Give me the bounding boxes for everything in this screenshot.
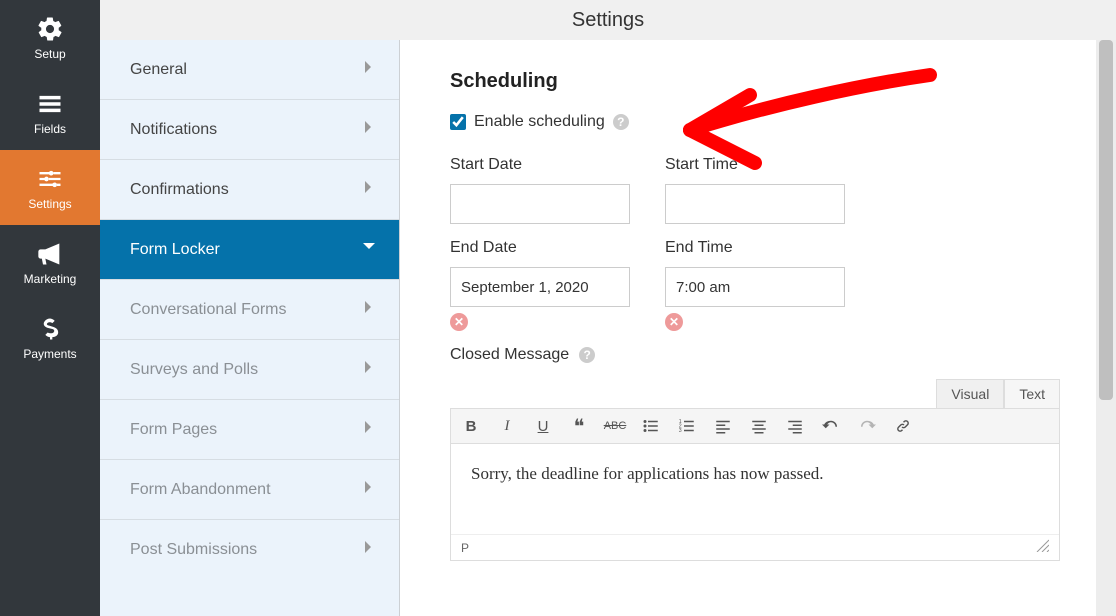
- end-time-field: End Time ✕: [665, 239, 845, 331]
- strikethrough-button[interactable]: ABC: [605, 416, 625, 436]
- start-time-label: Start Time: [665, 156, 845, 174]
- submenu-notifications[interactable]: Notifications: [100, 100, 399, 160]
- sliders-icon: [36, 165, 64, 193]
- clear-end-time-button[interactable]: ✕: [665, 313, 683, 331]
- numbered-list-button[interactable]: 123: [677, 416, 697, 436]
- start-time-field: Start Time: [665, 156, 845, 224]
- align-right-button[interactable]: [785, 416, 805, 436]
- submenu-label: Surveys and Polls: [130, 361, 258, 378]
- chevron-right-icon: [364, 400, 374, 460]
- bold-button[interactable]: B: [461, 416, 481, 436]
- submenu-label: Form Abandonment: [130, 481, 271, 498]
- chevron-right-icon: [364, 100, 374, 160]
- editor-tab-text[interactable]: Text: [1004, 379, 1060, 409]
- submenu-form-abandonment[interactable]: Form Abandonment: [100, 460, 399, 520]
- help-icon[interactable]: ?: [579, 347, 595, 363]
- resize-handle-icon[interactable]: [1035, 535, 1049, 560]
- nav-label: Fields: [34, 122, 66, 136]
- submenu-label: Confirmations: [130, 181, 229, 198]
- end-date-field: End Date ✕: [450, 239, 630, 331]
- editor-body[interactable]: Sorry, the deadline for applications has…: [451, 444, 1059, 534]
- start-date-label: Start Date: [450, 156, 630, 174]
- editor-toolbar: B I U ❝ ABC 123: [451, 409, 1059, 444]
- submenu-surveys-polls[interactable]: Surveys and Polls: [100, 340, 399, 400]
- editor-path: P: [461, 535, 469, 560]
- nav-marketing[interactable]: Marketing: [0, 225, 100, 300]
- nav-fields[interactable]: Fields: [0, 75, 100, 150]
- blockquote-button[interactable]: ❝: [569, 416, 589, 436]
- submenu-label: Conversational Forms: [130, 301, 287, 318]
- submenu-form-locker[interactable]: Form Locker: [100, 220, 399, 280]
- bullhorn-icon: [36, 240, 64, 268]
- submenu-label: Notifications: [130, 121, 217, 138]
- submenu-label: Post Submissions: [130, 541, 257, 558]
- rich-text-editor: B I U ❝ ABC 123 Sorry, the deadline for …: [450, 408, 1060, 561]
- submenu-label: Form Locker: [130, 241, 220, 258]
- nav-payments[interactable]: Payments: [0, 300, 100, 375]
- editor-tab-visual[interactable]: Visual: [936, 379, 1004, 409]
- main-content: Scheduling Enable scheduling ? Start Dat…: [420, 40, 1090, 616]
- section-heading: Scheduling: [450, 70, 1060, 93]
- end-time-input[interactable]: [665, 267, 845, 307]
- list-icon: [36, 90, 64, 118]
- start-date-input[interactable]: [450, 184, 630, 224]
- link-button[interactable]: [893, 416, 913, 436]
- start-date-field: Start Date: [450, 156, 630, 224]
- nav-settings[interactable]: Settings: [0, 150, 100, 225]
- submenu-confirmations[interactable]: Confirmations: [100, 160, 399, 220]
- page-title: Settings: [100, 0, 1116, 40]
- chevron-right-icon: [364, 280, 374, 340]
- submenu-label: Form Pages: [130, 421, 217, 438]
- submenu-label: General: [130, 61, 187, 78]
- editor-status-bar: P: [451, 534, 1059, 560]
- nav-label: Settings: [28, 197, 71, 211]
- editor-tabs: Visual Text: [450, 379, 1060, 409]
- enable-scheduling-row: Enable scheduling ?: [450, 113, 1060, 131]
- nav-label: Setup: [34, 47, 65, 61]
- scrollbar-thumb[interactable]: [1099, 40, 1113, 400]
- leftnav: Setup Fields Settings Marketing Payments: [0, 0, 100, 616]
- align-left-button[interactable]: [713, 416, 733, 436]
- chevron-right-icon: [364, 160, 374, 220]
- settings-submenu: General Notifications Confirmations Form…: [100, 40, 400, 616]
- chevron-right-icon: [364, 460, 374, 520]
- svg-text:3: 3: [679, 428, 682, 434]
- chevron-right-icon: [364, 340, 374, 400]
- submenu-form-pages[interactable]: Form Pages: [100, 400, 399, 460]
- nav-label: Marketing: [24, 272, 77, 286]
- submenu-post-submissions[interactable]: Post Submissions: [100, 520, 399, 580]
- end-time-label: End Time: [665, 239, 845, 257]
- bulleted-list-button[interactable]: [641, 416, 661, 436]
- enable-scheduling-checkbox[interactable]: [450, 114, 466, 130]
- undo-button[interactable]: [821, 416, 841, 436]
- help-icon[interactable]: ?: [613, 114, 629, 130]
- start-time-input[interactable]: [665, 184, 845, 224]
- nav-setup[interactable]: Setup: [0, 0, 100, 75]
- submenu-conversational-forms[interactable]: Conversational Forms: [100, 280, 399, 340]
- gear-icon: [36, 15, 64, 43]
- chevron-down-icon: [364, 220, 374, 280]
- submenu-general[interactable]: General: [100, 40, 399, 100]
- nav-label: Payments: [23, 347, 76, 361]
- closed-message-label: Closed Message: [450, 346, 569, 364]
- italic-button[interactable]: I: [497, 416, 517, 436]
- vertical-scrollbar[interactable]: [1096, 40, 1116, 616]
- redo-button[interactable]: [857, 416, 877, 436]
- chevron-right-icon: [364, 520, 374, 580]
- dollar-icon: [36, 315, 64, 343]
- end-date-input[interactable]: [450, 267, 630, 307]
- align-center-button[interactable]: [749, 416, 769, 436]
- underline-button[interactable]: U: [533, 416, 553, 436]
- closed-message-label-row: Closed Message ?: [450, 346, 1060, 364]
- enable-scheduling-label: Enable scheduling: [474, 113, 605, 131]
- clear-end-date-button[interactable]: ✕: [450, 313, 468, 331]
- chevron-right-icon: [364, 40, 374, 100]
- end-date-label: End Date: [450, 239, 630, 257]
